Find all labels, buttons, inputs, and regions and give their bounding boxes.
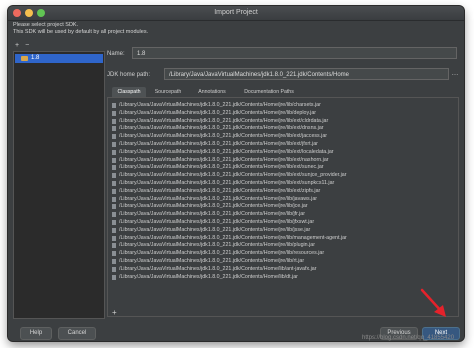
classpath-path: /Library/Java/JavaVirtualMachines/jdk1.8…: [119, 234, 347, 241]
classpath-row[interactable]: /Library/Java/JavaVirtualMachines/jdk1.8…: [111, 125, 457, 133]
jar-file-icon: [112, 188, 116, 194]
jar-file-icon: [112, 251, 116, 257]
tab-sourcepath[interactable]: Sourcepath: [150, 87, 186, 97]
classpath-list: /Library/Java/JavaVirtualMachines/jdk1.8…: [111, 102, 457, 281]
classpath-path: /Library/Java/JavaVirtualMachines/jdk1.8…: [119, 102, 321, 108]
classpath-row[interactable]: /Library/Java/JavaVirtualMachines/jdk1.8…: [111, 235, 457, 243]
classpath-row[interactable]: /Library/Java/JavaVirtualMachines/jdk1.8…: [111, 203, 457, 211]
classpath-row[interactable]: /Library/Java/JavaVirtualMachines/jdk1.8…: [111, 180, 457, 188]
classpath-path: /Library/Java/JavaVirtualMachines/jdk1.8…: [119, 211, 305, 218]
add-sdk-button[interactable]: +: [15, 42, 19, 49]
sdk-list: 1.8: [13, 51, 105, 319]
jdk-home-label: JDK home path:: [107, 72, 151, 78]
classpath-path: /Library/Java/JavaVirtualMachines/jdk1.8…: [119, 140, 318, 147]
jar-file-icon: [112, 266, 116, 272]
red-arrow-annotation: [420, 288, 446, 317]
classpath-path: /Library/Java/JavaVirtualMachines/jdk1.8…: [119, 156, 329, 163]
tab-classpath[interactable]: Classpath: [112, 87, 146, 97]
jar-file-icon: [112, 180, 116, 186]
classpath-row[interactable]: /Library/Java/JavaVirtualMachines/jdk1.8…: [111, 188, 457, 196]
classpath-path: /Library/Java/JavaVirtualMachines/jdk1.8…: [119, 125, 324, 132]
instruction-subtext: This SDK will be used by default by all …: [13, 29, 149, 35]
classpath-path: /Library/Java/JavaVirtualMachines/jdk1.8…: [119, 273, 298, 280]
remove-sdk-button[interactable]: −: [25, 42, 29, 49]
jar-file-icon: [112, 126, 116, 132]
jar-file-icon: [112, 212, 116, 218]
sdk-list-item[interactable]: 1.8: [15, 54, 103, 63]
browse-folder-icon[interactable]: …: [451, 69, 459, 79]
add-classpath-button[interactable]: +: [112, 309, 117, 317]
classpath-row[interactable]: /Library/Java/JavaVirtualMachines/jdk1.8…: [111, 141, 457, 149]
jar-file-icon: [112, 227, 116, 233]
classpath-path: /Library/Java/JavaVirtualMachines/jdk1.8…: [119, 242, 315, 249]
classpath-row[interactable]: /Library/Java/JavaVirtualMachines/jdk1.8…: [111, 172, 457, 180]
classpath-row[interactable]: /Library/Java/JavaVirtualMachines/jdk1.8…: [111, 219, 457, 227]
jar-file-icon: [112, 141, 116, 147]
classpath-row[interactable]: /Library/Java/JavaVirtualMachines/jdk1.8…: [111, 242, 457, 250]
classpath-path: /Library/Java/JavaVirtualMachines/jdk1.8…: [119, 164, 324, 171]
jar-file-icon: [112, 258, 116, 264]
jar-file-icon: [112, 134, 116, 140]
classpath-path: /Library/Java/JavaVirtualMachines/jdk1.8…: [119, 117, 329, 124]
jar-file-icon: [112, 157, 116, 163]
name-label: Name:: [107, 51, 125, 57]
jar-file-icon: [112, 165, 116, 171]
name-input[interactable]: 1.8: [132, 47, 457, 59]
classpath-path: /Library/Java/JavaVirtualMachines/jdk1.8…: [119, 148, 334, 155]
classpath-path: /Library/Java/JavaVirtualMachines/jdk1.8…: [119, 257, 305, 264]
classpath-path: /Library/Java/JavaVirtualMachines/jdk1.8…: [119, 109, 317, 116]
classpath-row[interactable]: /Library/Java/JavaVirtualMachines/jdk1.8…: [111, 227, 457, 235]
tab-documentation-paths[interactable]: Documentation Paths: [238, 87, 300, 97]
watermark-text: https://blog.csdn.net/qq_41855420: [362, 335, 455, 341]
jdk-home-input[interactable]: /Library/Java/JavaVirtualMachines/jdk1.8…: [164, 68, 449, 80]
cancel-button[interactable]: Cancel: [58, 327, 96, 340]
classpath-path: /Library/Java/JavaVirtualMachines/jdk1.8…: [119, 179, 335, 186]
jar-file-icon: [112, 149, 116, 155]
classpath-path: /Library/Java/JavaVirtualMachines/jdk1.8…: [119, 203, 308, 210]
classpath-row[interactable]: /Library/Java/JavaVirtualMachines/jdk1.8…: [111, 196, 457, 204]
classpath-path: /Library/Java/JavaVirtualMachines/jdk1.8…: [119, 265, 317, 272]
classpath-row[interactable]: /Library/Java/JavaVirtualMachines/jdk1.8…: [111, 118, 457, 126]
jar-file-icon: [112, 196, 116, 202]
sdk-item-label: 1.8: [31, 55, 40, 61]
folder-icon: [21, 56, 28, 61]
classpath-row[interactable]: /Library/Java/JavaVirtualMachines/jdk1.8…: [111, 102, 457, 110]
instruction-text: Please select project SDK.: [13, 22, 79, 28]
import-project-dialog: Import Project Please select project SDK…: [8, 6, 464, 341]
tab-annotations[interactable]: Annotations: [192, 87, 232, 97]
jar-file-icon: [112, 243, 116, 249]
jar-file-icon: [112, 274, 116, 280]
classpath-row[interactable]: /Library/Java/JavaVirtualMachines/jdk1.8…: [111, 274, 457, 282]
classpath-path: /Library/Java/JavaVirtualMachines/jdk1.8…: [119, 226, 311, 233]
jar-file-icon: [112, 110, 116, 116]
jar-file-icon: [112, 173, 116, 179]
classpath-path: /Library/Java/JavaVirtualMachines/jdk1.8…: [119, 195, 318, 202]
window-title: Import Project: [214, 9, 258, 16]
sdk-toolbar: + −: [15, 42, 35, 49]
classpath-row[interactable]: /Library/Java/JavaVirtualMachines/jdk1.8…: [111, 110, 457, 118]
jar-file-icon: [112, 103, 116, 108]
classpath-path: /Library/Java/JavaVirtualMachines/jdk1.8…: [119, 250, 325, 257]
classpath-row[interactable]: /Library/Java/JavaVirtualMachines/jdk1.8…: [111, 133, 457, 141]
jar-file-icon: [112, 235, 116, 241]
classpath-row[interactable]: /Library/Java/JavaVirtualMachines/jdk1.8…: [111, 157, 457, 165]
jar-file-icon: [112, 204, 116, 210]
classpath-panel: /Library/Java/JavaVirtualMachines/jdk1.8…: [107, 97, 459, 317]
classpath-path: /Library/Java/JavaVirtualMachines/jdk1.8…: [119, 218, 315, 225]
classpath-row[interactable]: /Library/Java/JavaVirtualMachines/jdk1.8…: [111, 149, 457, 157]
jar-file-icon: [112, 219, 116, 225]
classpath-row[interactable]: /Library/Java/JavaVirtualMachines/jdk1.8…: [111, 266, 457, 274]
title-bar: Import Project: [8, 6, 464, 21]
classpath-path: /Library/Java/JavaVirtualMachines/jdk1.8…: [119, 172, 347, 179]
classpath-row[interactable]: /Library/Java/JavaVirtualMachines/jdk1.8…: [111, 250, 457, 258]
classpath-row[interactable]: /Library/Java/JavaVirtualMachines/jdk1.8…: [111, 164, 457, 172]
help-button[interactable]: Help: [20, 327, 52, 340]
classpath-path: /Library/Java/JavaVirtualMachines/jdk1.8…: [119, 187, 321, 194]
classpath-row[interactable]: /Library/Java/JavaVirtualMachines/jdk1.8…: [111, 258, 457, 266]
classpath-row[interactable]: /Library/Java/JavaVirtualMachines/jdk1.8…: [111, 211, 457, 219]
classpath-path: /Library/Java/JavaVirtualMachines/jdk1.8…: [119, 133, 328, 140]
jar-file-icon: [112, 118, 116, 124]
